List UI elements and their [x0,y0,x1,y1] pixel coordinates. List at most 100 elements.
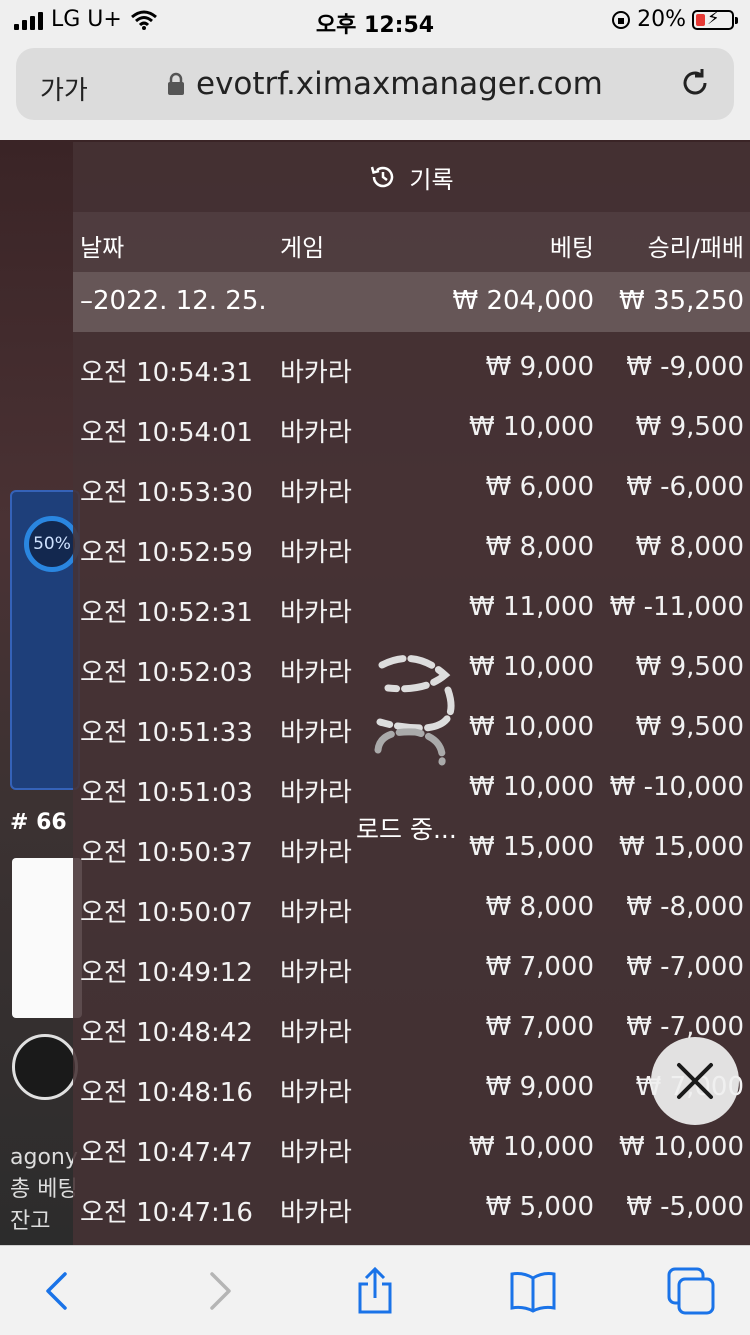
row-win-loss: ₩ 10,000 [619,1132,744,1162]
row-game: 바카라 [280,898,352,928]
row-win-loss: ₩ 9,500 [635,412,744,442]
row-game: 바카라 [280,1138,352,1168]
column-win-loss: 승리/패배 [647,234,744,262]
row-bet: ₩ 7,000 [485,1012,594,1042]
row-game: 바카라 [280,358,352,388]
row-win-loss: ₩ -7,000 [626,952,744,982]
row-time: 오전 10:52:31 [80,598,253,628]
row-win-loss: ₩ -6,000 [626,472,744,502]
row-time: 오전 10:54:01 [80,418,253,448]
row-bet: ₩ 7,000 [485,952,594,982]
row-game: 바카라 [280,1198,352,1228]
text-size-button[interactable]: 가가 [40,70,88,107]
history-row[interactable]: 오전 10:54:31 바카라 ₩ 9,000 ₩ -9,000 [73,332,750,392]
room-number: # 66 [10,810,67,835]
row-win-loss: ₩ -8,000 [626,892,744,922]
history-row[interactable]: 오전 10:49:12 바카라 ₩ 7,000 ₩ -7,000 [73,932,750,992]
row-time: 오전 10:49:12 [80,958,253,988]
date-group-win-loss: ₩ 35,250 [619,286,744,316]
row-win-loss: ₩ 9,500 [635,652,744,682]
row-time: 오전 10:53:30 [80,478,253,508]
row-game: 바카라 [280,1018,352,1048]
history-row[interactable]: 오전 10:47:16 바카라 ₩ 5,000 ₩ -5,000 [73,1172,750,1232]
status-right: 20% ⚡ [611,7,738,32]
row-bet: ₩ 8,000 [485,532,594,562]
history-title-bar: 기록 [73,142,750,212]
row-time: 오전 10:50:07 [80,898,253,928]
date-group-bet: ₩ 204,000 [452,286,595,316]
history-rows: 오전 10:54:31 바카라 ₩ 9,000 ₩ -9,000 오전 10:54:0… [73,332,750,1232]
browser-toolbar [0,1245,750,1335]
row-time: 오전 10:48:42 [80,1018,253,1048]
row-time: 오전 10:50:37 [80,838,253,868]
history-columns: 날짜 게임 베팅 승리/패배 [73,212,750,272]
row-game: 바카라 [280,658,352,688]
row-bet: ₩ 10,000 [469,712,594,742]
bead-road [12,858,82,1018]
row-game: 바카라 [280,1078,352,1108]
back-arrow-icon[interactable] [32,1266,82,1316]
row-bet: ₩ 8,000 [485,892,594,922]
history-row[interactable]: 오전 10:47:47 바카라 ₩ 10,000 ₩ 10,000 [73,1112,750,1172]
history-row[interactable]: 오전 10:48:42 바카라 ₩ 7,000 ₩ -7,000 [73,992,750,1052]
user-info: agony 총 베팅 잔고 [10,1142,78,1238]
row-time: 오전 10:47:47 [80,1138,253,1168]
row-time: 오전 10:54:31 [80,358,253,388]
column-bet: 베팅 [549,234,594,262]
row-win-loss: ₩ -11,000 [609,592,744,622]
row-win-loss: ₩ 8,000 [635,532,744,562]
history-title: 기록 [409,165,454,194]
lock-icon [168,72,184,95]
row-game: 바카라 [280,958,352,988]
row-bet: ₩ 10,000 [469,772,594,802]
row-bet: ₩ 5,000 [485,1192,594,1222]
orientation-lock-icon [612,10,631,29]
date-group-row[interactable]: –2022. 12. 25. ₩ 204,000 ₩ 35,250 [73,272,750,332]
date-group-date: –2022. 12. 25. [80,286,267,316]
chip-button[interactable] [12,1034,78,1100]
row-game: 바카라 [280,778,352,808]
row-time: 오전 10:52:59 [80,538,253,568]
row-bet: ₩ 9,000 [485,352,594,382]
history-row[interactable]: 오전 10:50:07 바카라 ₩ 8,000 ₩ -8,000 [73,872,750,932]
history-row[interactable]: 오전 10:48:16바카라₩ 9,000₩ 7,000 [73,1052,750,1112]
row-bet: ₩ 15,000 [469,832,594,862]
row-game: 바카라 [280,478,352,508]
close-icon [677,1063,713,1099]
row-win-loss: ₩ -9,000 [626,352,744,382]
history-row[interactable]: 오전 10:53:30 바카라 ₩ 6,000 ₩ -6,000 [73,452,750,512]
history-row[interactable]: 오전 10:52:59 바카라 ₩ 8,000 ₩ 8,000 [73,512,750,572]
forward-arrow-icon[interactable] [195,1266,245,1316]
url-text[interactable]: evotrf.ximaxmanager.com [196,66,603,102]
total-bet-label: 총 베팅 [10,1177,78,1202]
share-icon[interactable] [350,1266,400,1316]
bookmarks-icon[interactable] [508,1266,558,1316]
row-bet: ₩ 10,000 [469,1132,594,1162]
close-button[interactable] [651,1037,739,1125]
row-win-loss: ₩ 9,500 [635,712,744,742]
history-row[interactable]: 오전 10:52:31 바카라 ₩ 11,000 ₩ -11,000 [73,572,750,632]
battery-icon: ⚡ [692,8,738,30]
row-bet: ₩ 6,000 [485,472,594,502]
battery-percent: 20% [637,7,686,32]
balance-label: 잔고 [10,1209,51,1234]
row-time: 오전 10:47:16 [80,1198,253,1228]
username: agony [10,1145,78,1170]
row-time: 오전 10:52:03 [80,658,253,688]
row-game: 바카라 [280,838,352,868]
row-game: 바카라 [280,598,352,628]
row-bet: ₩ 9,000 [485,1072,594,1102]
column-game: 게임 [280,234,325,262]
tabs-icon[interactable] [666,1266,716,1316]
history-row[interactable]: 오전 10:54:01 바카라 ₩ 10,000 ₩ 9,500 [73,392,750,452]
column-date: 날짜 [80,234,125,262]
row-bet: ₩ 10,000 [469,412,594,442]
address-bar[interactable]: 가가 evotrf.ximaxmanager.com [16,48,734,120]
reload-icon[interactable] [678,66,712,100]
row-win-loss: ₩ -5,000 [626,1192,744,1222]
status-bar: LG U+ 오후 12:54 20% ⚡ [0,0,750,40]
loading-spinner-icon [374,655,455,766]
row-bet: ₩ 11,000 [469,592,594,622]
progress-ring: 50% [24,516,80,572]
row-time: 오전 10:51:03 [80,778,253,808]
